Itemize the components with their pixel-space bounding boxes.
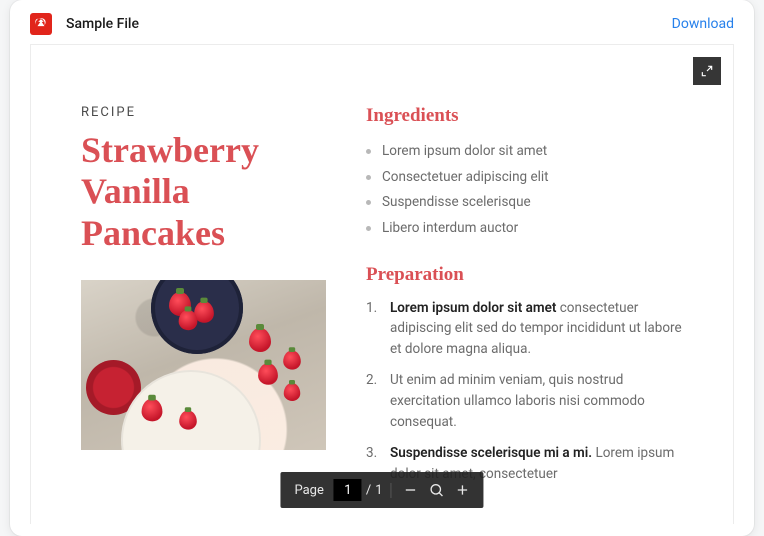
download-link[interactable]: Download <box>672 16 734 32</box>
list-item: Ut enim ad minim veniam, quis nostrud ex… <box>366 370 683 433</box>
ingredients-list: Lorem ipsum dolor sit amet Consectetuer … <box>366 139 683 242</box>
recipe-title: Strawberry Vanilla Pancakes <box>81 130 326 254</box>
list-item: Consectetuer adipiscing elit <box>366 165 683 191</box>
viewer-frame: Sample File Download RECIPE Strawberry V… <box>10 0 754 536</box>
magnifier-icon <box>429 482 445 498</box>
expand-icon <box>700 64 714 78</box>
list-item: Lorem ipsum dolor sit amet consectetuer … <box>366 298 683 361</box>
page-label: Page <box>288 483 329 498</box>
current-page-input[interactable]: 1 <box>334 479 362 501</box>
right-column: Ingredients Lorem ipsum dolor sit amet C… <box>366 105 683 495</box>
eyebrow: RECIPE <box>81 105 326 120</box>
list-item: Suspendisse scelerisque <box>366 190 683 216</box>
ingredients-heading: Ingredients <box>366 105 683 127</box>
document-page: RECIPE Strawberry Vanilla Pancakes Ingre… <box>31 45 733 495</box>
topbar: Sample File Download <box>10 0 754 44</box>
page-toolbar: Page 1 / 1 <box>280 472 483 508</box>
zoom-out-button[interactable] <box>398 477 424 503</box>
file-title: Sample File <box>66 16 139 32</box>
preparation-list: Lorem ipsum dolor sit amet consectetuer … <box>366 298 683 485</box>
pdf-icon <box>30 13 52 35</box>
left-column: RECIPE Strawberry Vanilla Pancakes <box>81 105 326 495</box>
list-item: Lorem ipsum dolor sit amet <box>366 139 683 165</box>
list-item: Libero interdum auctor <box>366 216 683 242</box>
zoom-in-button[interactable] <box>450 477 476 503</box>
document-area: RECIPE Strawberry Vanilla Pancakes Ingre… <box>30 44 734 524</box>
zoom-reset-button[interactable] <box>424 477 450 503</box>
preparation-heading: Preparation <box>366 264 683 286</box>
minus-icon <box>403 482 419 498</box>
expand-button[interactable] <box>693 57 721 85</box>
plus-icon <box>455 482 471 498</box>
total-pages: 1 <box>371 483 391 498</box>
recipe-photo <box>81 280 326 450</box>
